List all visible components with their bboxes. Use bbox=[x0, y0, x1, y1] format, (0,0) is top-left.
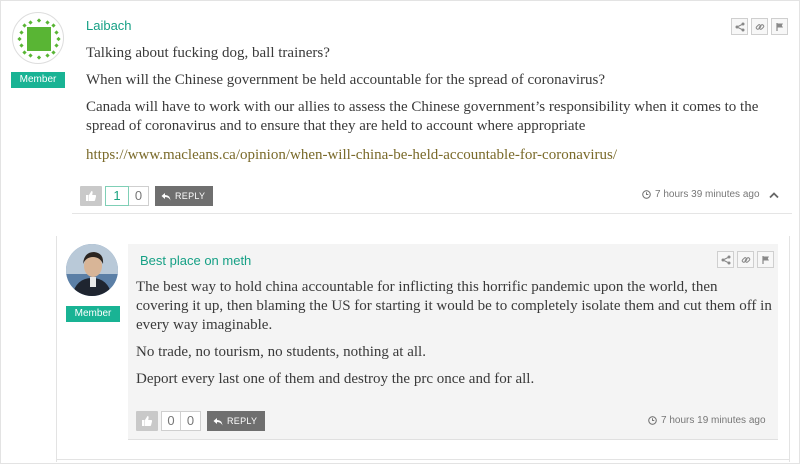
comment-tools bbox=[731, 18, 788, 35]
comment-actions: 1 0 REPLY bbox=[80, 186, 214, 206]
permalink-button[interactable] bbox=[751, 18, 768, 35]
share-button[interactable] bbox=[731, 18, 748, 35]
avatar[interactable] bbox=[12, 12, 64, 64]
divider bbox=[56, 459, 790, 460]
comment-paragraph: Deport every last one of them and destro… bbox=[136, 371, 535, 387]
reply-label: REPLY bbox=[175, 191, 206, 201]
identicon-avatar bbox=[17, 18, 61, 60]
comment-text: The best way to hold china accountable f… bbox=[136, 278, 772, 397]
comment-author[interactable]: Best place on meth bbox=[140, 253, 251, 268]
comment-timestamp: 7 hours 39 minutes ago bbox=[642, 189, 760, 200]
flag-icon bbox=[761, 255, 769, 264]
reply-label: REPLY bbox=[227, 416, 258, 426]
comment-actions: 0 0 REPLY bbox=[136, 411, 266, 431]
downvote-count[interactable]: 0 bbox=[181, 411, 201, 431]
share-icon bbox=[721, 255, 730, 264]
comment-body: Laibach Talking about fucking dog, ball … bbox=[72, 6, 792, 214]
thumbs-up-icon bbox=[86, 191, 97, 201]
comment-link[interactable]: https://www.macleans.ca/opinion/when-wil… bbox=[86, 147, 617, 163]
flag-icon bbox=[775, 22, 783, 31]
comment-paragraph: The best way to hold china accountable f… bbox=[136, 279, 772, 333]
upvote-count: 1 bbox=[105, 186, 129, 206]
avatar[interactable] bbox=[66, 244, 118, 296]
comment-timestamp: 7 hours 19 minutes ago bbox=[648, 415, 766, 426]
link-icon bbox=[755, 23, 764, 30]
timestamp-text[interactable]: 7 hours 39 minutes ago bbox=[655, 189, 760, 200]
thumbs-up-icon bbox=[142, 416, 153, 426]
share-icon bbox=[735, 22, 744, 31]
member-badge: Member bbox=[11, 72, 65, 88]
comment: Member Best place on meth The best way t… bbox=[56, 236, 790, 448]
reply-arrow-icon bbox=[213, 417, 223, 425]
share-button[interactable] bbox=[717, 251, 734, 268]
reply-button[interactable]: REPLY bbox=[155, 186, 214, 206]
comment: Member Laibach Talking about fucking dog… bbox=[8, 6, 792, 214]
link-icon bbox=[741, 256, 750, 263]
comment-paragraph: Talking about fucking dog, ball trainers… bbox=[86, 45, 330, 61]
reply-arrow-icon bbox=[161, 192, 171, 200]
user-photo-avatar bbox=[66, 244, 118, 296]
flag-button[interactable] bbox=[757, 251, 774, 268]
comment-text: Talking about fucking dog, ball trainers… bbox=[86, 44, 782, 173]
flag-button[interactable] bbox=[771, 18, 788, 35]
reply-button[interactable]: REPLY bbox=[207, 411, 266, 431]
clock-icon bbox=[648, 416, 657, 425]
chevron-up-icon[interactable] bbox=[769, 188, 779, 202]
comment-paragraph: Canada will have to work with our allies… bbox=[86, 99, 759, 134]
upvote-button[interactable] bbox=[136, 411, 158, 431]
comment-body: Best place on meth The best way to hold … bbox=[128, 244, 778, 440]
clock-icon bbox=[642, 190, 651, 199]
comment-author[interactable]: Laibach bbox=[86, 18, 132, 33]
comment-paragraph: No trade, no tourism, no students, nothi… bbox=[136, 344, 426, 360]
downvote-count[interactable]: 0 bbox=[129, 186, 149, 206]
comment-tools bbox=[717, 251, 774, 268]
timestamp-text[interactable]: 7 hours 19 minutes ago bbox=[661, 415, 766, 426]
permalink-button[interactable] bbox=[737, 251, 754, 268]
upvote-count: 0 bbox=[161, 411, 181, 431]
member-badge: Member bbox=[66, 306, 120, 322]
comment-paragraph: When will the Chinese government be held… bbox=[86, 72, 605, 88]
upvote-button[interactable] bbox=[80, 186, 102, 206]
